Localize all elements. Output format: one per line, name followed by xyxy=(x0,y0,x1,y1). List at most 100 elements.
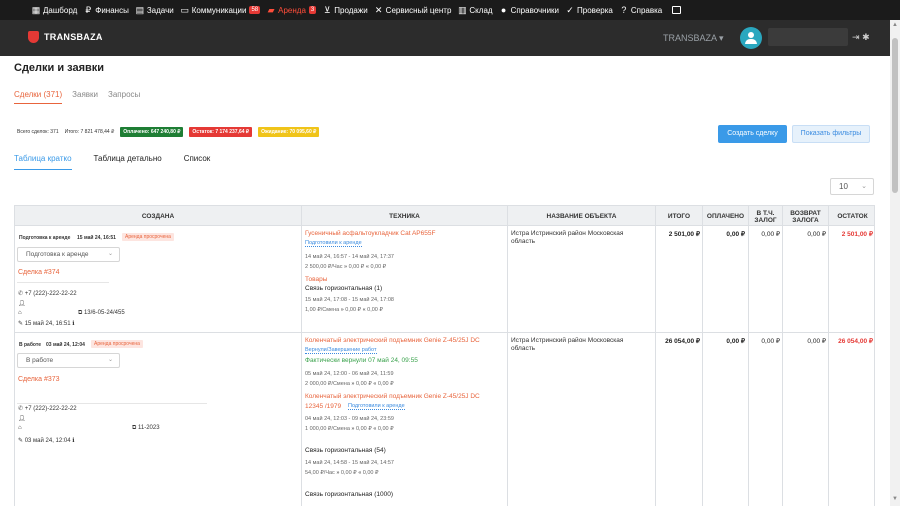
chevron-down-icon: ⌄ xyxy=(861,183,867,190)
goods-name-2: Связь горизонтальная (1000) xyxy=(305,491,393,498)
equipment-status-2[interactable]: Подготовили к аренде xyxy=(348,403,405,410)
deal-link[interactable]: Сделка #373 xyxy=(18,376,60,383)
paid-value: 0,00 ₽ xyxy=(726,338,745,345)
status-select[interactable]: Подготовка к аренде ⌄ xyxy=(17,247,120,262)
tab-queries[interactable]: Запросы xyxy=(108,90,140,104)
scroll-down-icon[interactable]: ▼ xyxy=(892,496,898,502)
deposit-return-value: 0,00 ₽ xyxy=(807,338,826,345)
user-small-icon: ℹ xyxy=(72,438,75,444)
overdue-badge: Аренда просрочена xyxy=(91,340,143,348)
check-icon: ✓ xyxy=(566,5,574,15)
deposit-value: 0,00 ₽ xyxy=(761,338,780,345)
nav-check[interactable]: ✓ Проверка xyxy=(565,5,613,15)
chevron-down-icon: ⌄ xyxy=(107,251,113,257)
nav-finance[interactable]: ₽ Финансы xyxy=(83,5,128,15)
stat-paid: Оплачено: 647 240,80 ₽ xyxy=(120,127,184,137)
tab-table-detailed[interactable]: Таблица детально xyxy=(94,154,162,170)
equipment-period: 14 май 24, 16:57 - 14 май 24, 17:37 xyxy=(305,254,394,260)
wrench-icon: ✕ xyxy=(374,5,383,15)
ruble-icon: ₽ xyxy=(85,5,92,15)
logo[interactable]: TRANSBAZA xyxy=(28,31,103,43)
messages-icon[interactable] xyxy=(672,6,682,14)
col-equipment[interactable]: ТЕХНИКА xyxy=(302,206,508,227)
page-title: Сделки и заявки xyxy=(14,62,105,74)
tab-deals[interactable]: Сделки (371) xyxy=(14,90,63,104)
equipment-name[interactable]: Коленчатый электрический подъемник Genie… xyxy=(305,337,480,344)
col-remaining[interactable]: ОСТАТОК xyxy=(829,206,876,227)
contact-phone: ✆ +7 (222)-222-22-22 xyxy=(18,406,77,412)
show-filters-button[interactable]: Показать фильтры xyxy=(792,125,870,143)
goods-name: Связь горизонтальная (1) xyxy=(305,285,383,292)
equipment-status[interactable]: Подготовили к аренде xyxy=(305,240,362,247)
phone-icon: ✆ xyxy=(18,406,24,412)
nav-service-center[interactable]: ✕ Сервисный центр xyxy=(374,5,452,15)
tab-table-short[interactable]: Таблица кратко xyxy=(14,154,72,170)
deal-stats: Всего сделок: 371 Итого: 7 821 478,44 ₽ … xyxy=(17,127,325,137)
col-deposit[interactable]: В Т.Ч. ЗАЛОГ xyxy=(749,206,783,227)
overdue-badge: Аренда просрочена xyxy=(122,233,174,241)
nav-rent[interactable]: ▰ Аренда 3 xyxy=(266,5,317,15)
equipment-serial-2[interactable]: 12345 /1979 xyxy=(305,403,341,410)
document-icon: ▤ xyxy=(135,5,145,15)
equipment-period: 05 май 24, 12:00 - 06 май 24, 11:59 xyxy=(305,371,394,377)
copy-icon[interactable]: ⧉ xyxy=(78,310,82,316)
double-right-icon: » xyxy=(351,381,355,387)
contract-number: ⧉ 13/6-05-24/455 xyxy=(78,310,125,316)
nav-sales[interactable]: ⊻ Продажи xyxy=(322,5,368,15)
deal-tabs: Сделки (371) Заявки Запросы xyxy=(14,90,150,104)
help-icon: ? xyxy=(621,5,627,15)
user-icon: 👤︎ xyxy=(18,416,26,422)
app-header: TRANSBAZA TRANSBAZA ▾ ⇥ ✱ xyxy=(0,20,890,56)
equipment-name-2[interactable]: Коленчатый электрический подъемник Genie… xyxy=(305,393,480,400)
tab-list[interactable]: Список xyxy=(184,154,211,170)
goods-price: 54,00 ₽/Час » 0,00 ₽ « 0,00 ₽ xyxy=(305,470,379,476)
col-paid[interactable]: ОПЛАЧЕНО xyxy=(703,206,749,227)
copy-icon[interactable]: ⧉ xyxy=(132,425,136,431)
col-created[interactable]: СОЗДАНА xyxy=(15,206,302,227)
logout-icon[interactable]: ⇥ xyxy=(852,32,860,42)
page-size-select[interactable]: 10 ⌄ xyxy=(830,178,874,195)
col-deposit-return[interactable]: ВОЗВРАТ ЗАЛОГА xyxy=(783,206,829,227)
nav-tasks[interactable]: ▤ Задачи xyxy=(135,5,174,15)
nav-dashboard[interactable]: ▦ Дашборд xyxy=(31,5,78,15)
scroll-up-icon[interactable]: ▲ xyxy=(892,22,898,28)
company-selector[interactable]: TRANSBAZA ▾ xyxy=(663,33,724,44)
users-icon: ● xyxy=(500,5,507,15)
table-row[interactable]: Подготовка к аренде 15 май 24, 16:51 Аре… xyxy=(14,226,875,333)
paid-value: 0,00 ₽ xyxy=(726,231,745,238)
double-left-icon: « xyxy=(362,307,366,313)
nav-communications[interactable]: ▭ Коммуникации 58 xyxy=(180,5,261,15)
col-object[interactable]: НАЗВАНИЕ ОБЪЕКТА xyxy=(508,206,656,227)
double-left-icon: « xyxy=(365,264,369,270)
equipment-status[interactable]: Вернули/Завершение работ xyxy=(305,347,377,354)
col-total[interactable]: ИТОГО xyxy=(656,206,703,227)
create-deal-button[interactable]: Создать сделку xyxy=(718,125,787,143)
stat-pending: Ожидание: 70 095,60 ₽ xyxy=(258,127,320,137)
nav-help[interactable]: ? Справка xyxy=(619,5,662,15)
table-header: СОЗДАНА ТЕХНИКА НАЗВАНИЕ ОБЪЕКТА ИТОГО О… xyxy=(14,205,876,227)
stat-total-sum: Итого: 7 821 478,44 ₽ xyxy=(64,129,115,135)
total-value: 2 501,00 ₽ xyxy=(668,231,700,238)
goods-period: 15 май 24, 17:08 - 15 май 24, 17:08 xyxy=(305,297,394,303)
user-small-icon: ℹ xyxy=(72,321,75,327)
nav-references[interactable]: ● Справочники xyxy=(499,5,559,15)
goods-label: Товары xyxy=(305,276,328,283)
goods-period: 14 май 24, 14:58 - 15 май 24, 14:57 xyxy=(305,460,394,466)
object-name: Истра Истринский район Московская област… xyxy=(511,337,624,352)
double-left-icon: « xyxy=(373,426,377,432)
scrollbar-thumb[interactable] xyxy=(892,38,898,193)
nav-warehouse[interactable]: ▥ Склад xyxy=(457,5,492,15)
deal-link[interactable]: Сделка #374 xyxy=(18,269,60,276)
bank-icon: ⌂ xyxy=(18,310,22,316)
view-tabs: Таблица кратко Таблица детально Список xyxy=(14,154,232,170)
rent-badge: 3 xyxy=(308,6,317,14)
gear-icon[interactable]: ✱ xyxy=(862,32,870,42)
tab-requests[interactable]: Заявки xyxy=(72,90,98,104)
table-row[interactable]: В работе 03 май 24, 12:04 Аренда просроч… xyxy=(14,333,875,506)
vertical-scrollbar[interactable]: ▲ ▼ xyxy=(890,20,900,506)
created-at: ✎ 15 май 24, 16:51 ℹ xyxy=(18,321,75,327)
avatar[interactable] xyxy=(740,27,762,49)
status-select[interactable]: В работе ⌄ xyxy=(17,353,120,368)
user-name-box[interactable] xyxy=(768,28,848,46)
equipment-name[interactable]: Гусеничный асфальтоукладчик Cat AP655F xyxy=(305,230,435,237)
